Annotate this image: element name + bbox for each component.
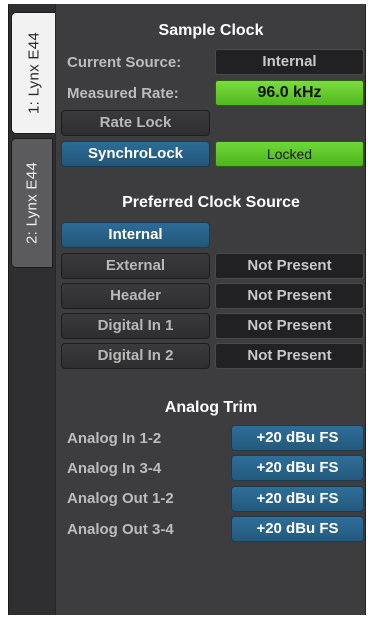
analog-trim-heading: Analog Trim bbox=[164, 399, 258, 416]
current-source-label: Current Source: bbox=[67, 54, 182, 71]
analog-in-3-4-label: Analog In 3-4 bbox=[67, 460, 162, 477]
tab-device-2[interactable]: 2: Lynx E44 bbox=[11, 138, 53, 268]
analog-out-1-2-trim-button[interactable]: +20 dBu FS bbox=[231, 486, 364, 512]
clock-source-digital-in-1-button[interactable]: Digital In 1 bbox=[61, 313, 210, 339]
analog-in-1-2-label: Analog In 1-2 bbox=[67, 430, 162, 447]
clock-source-internal-button[interactable]: Internal bbox=[61, 222, 210, 248]
current-source-value: Internal bbox=[215, 49, 364, 75]
clock-source-digital-in-1-status: Not Present bbox=[215, 313, 364, 339]
synchrolock-button[interactable]: SynchroLock bbox=[61, 141, 210, 167]
analog-out-3-4-trim-button[interactable]: +20 dBu FS bbox=[231, 516, 364, 542]
clock-source-external-status: Not Present bbox=[215, 253, 364, 279]
device-tab-strip: 1: Lynx E44 2: Lynx E44 bbox=[9, 4, 56, 615]
analog-in-3-4-trim-button[interactable]: +20 dBu FS bbox=[231, 455, 364, 481]
clock-source-header-status: Not Present bbox=[215, 283, 364, 309]
clock-source-digital-in-2-button[interactable]: Digital In 2 bbox=[61, 343, 210, 369]
tab-device-1[interactable]: 1: Lynx E44 bbox=[11, 12, 55, 134]
preferred-clock-heading: Preferred Clock Source bbox=[122, 194, 300, 211]
analog-in-1-2-trim-button[interactable]: +20 dBu FS bbox=[231, 425, 364, 451]
tab-device-1-label: 1: Lynx E44 bbox=[25, 32, 42, 114]
synchrolock-status: Locked bbox=[215, 141, 364, 167]
mixer-panel: 1: Lynx E44 2: Lynx E44 Sample Clock Cur… bbox=[8, 4, 366, 615]
tab-device-2-label: 2: Lynx E44 bbox=[23, 162, 41, 244]
measured-rate-label: Measured Rate: bbox=[67, 85, 179, 102]
sample-clock-heading: Sample Clock bbox=[158, 22, 264, 39]
rate-lock-button[interactable]: Rate Lock bbox=[61, 110, 210, 136]
analog-out-3-4-label: Analog Out 3-4 bbox=[67, 521, 174, 538]
analog-out-1-2-label: Analog Out 1-2 bbox=[67, 490, 174, 507]
clock-source-digital-in-2-status: Not Present bbox=[215, 343, 364, 369]
clock-source-header-button[interactable]: Header bbox=[61, 283, 210, 309]
clock-source-external-button[interactable]: External bbox=[61, 253, 210, 279]
measured-rate-value: 96.0 kHz bbox=[215, 80, 364, 106]
